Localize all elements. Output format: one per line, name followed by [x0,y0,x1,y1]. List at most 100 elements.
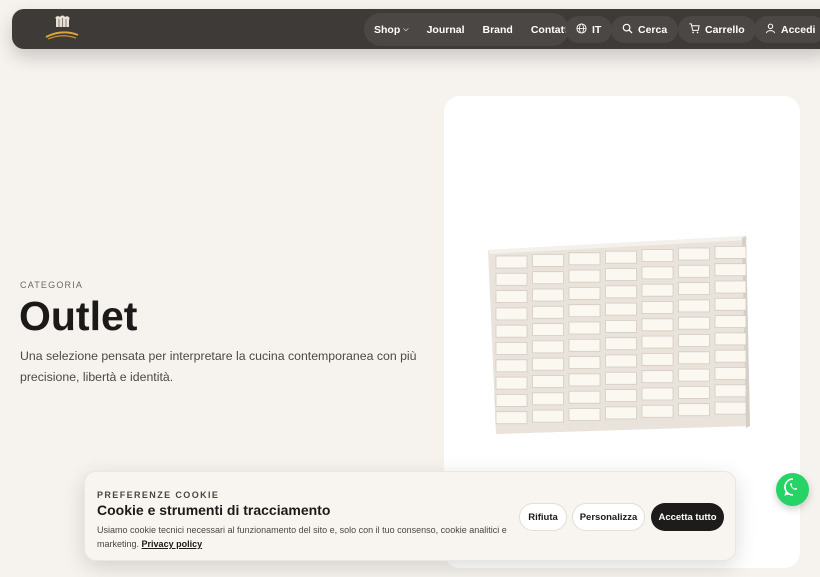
tray-cell [678,316,710,330]
tray-cell [678,368,710,382]
tray-cell [532,340,564,354]
tray-cell [532,288,564,302]
tray-cell [605,250,637,264]
whatsapp-icon [783,477,803,502]
tray-cell [605,320,637,333]
chef-hat-logo[interactable] [42,15,82,45]
cart-button[interactable]: Carrello [678,16,756,43]
tray-cell [568,321,601,335]
category-description: Una selezione pensata per interpretare l… [20,349,417,384]
whatsapp-button[interactable] [776,473,809,506]
accept-cookies-button[interactable]: Accetta tutto [651,503,724,531]
language-label: IT [592,23,602,36]
tray-cell [714,315,747,328]
cookie-eyebrow: PREFERENZE COOKIE [97,490,220,500]
nav-shop[interactable]: Shop ⌵ [374,24,409,36]
tray-cell [568,390,601,404]
tray-cell [678,282,710,295]
tray-cell [532,375,564,388]
site-header: Shop ⌵ Journal Brand Contatti IT Cerca C… [12,9,820,49]
tray-cell [605,285,637,299]
privacy-policy-link[interactable]: Privacy policy [142,539,203,549]
nav-journal-label: Journal [426,23,465,36]
tray-cell [495,359,528,373]
customize-cookies-button[interactable]: Personalizza [572,503,645,531]
tray-cell [641,283,674,297]
globe-icon [576,22,587,37]
search-button[interactable]: Cerca [611,16,679,43]
tray-cell [532,305,564,319]
tray-cell [568,408,601,421]
tray-cell [714,384,747,398]
tray-cell [495,376,528,390]
tray-cell [495,272,528,286]
tray-cell [532,323,564,336]
tray-cell [568,373,601,387]
tray-cell [605,354,637,368]
tray-cell [568,269,601,283]
tray-cell [568,287,601,300]
tray-cell [568,304,601,318]
tray-cell [495,307,528,321]
tray-cell [495,411,528,425]
tray-cell [678,299,710,313]
tray-cell [678,351,710,365]
tray-cell [568,356,601,369]
tray-cell [532,409,564,423]
tray-cell [714,401,747,415]
tray-cell [605,389,637,403]
tray-cell [714,367,747,380]
tray-cell [532,357,564,371]
tray-cell [641,249,674,263]
nav-shop-label: Shop [374,23,401,36]
search-icon [622,23,633,37]
tray-cell [495,393,528,407]
nav-brand-label: Brand [482,23,513,36]
nav-journal[interactable]: Journal [427,24,465,36]
cookie-description: Usiamo cookie tecnici necessari al funzi… [97,523,517,551]
tray-cell [714,280,747,294]
cookie-title: Cookie e strumenti di tracciamento [97,502,331,518]
tray-cell [714,245,747,259]
tray-cell [532,392,564,406]
tray-cell [641,370,674,384]
cookie-banner: PREFERENZE COOKIE Cookie e strumenti di … [84,471,736,561]
chevron-down-icon: ⌵ [403,25,409,33]
login-button[interactable]: Accedi [754,16,820,43]
tray-cell [641,318,674,332]
nav-brand[interactable]: Brand [483,24,513,36]
tray-cell [714,349,747,363]
page-title: Outlet [19,293,138,339]
tray-cell [641,353,674,366]
tray-cell [568,338,601,352]
tray-cell [605,268,637,281]
tray-cell [495,324,528,338]
tray-cell [678,385,710,399]
tray-cell [532,271,564,285]
tray-cell [641,301,674,314]
tray-cell [495,342,528,355]
tray-cell [605,371,637,385]
tray-cell [532,253,564,267]
tray-cell [678,334,710,347]
tray-cell [641,335,674,349]
tray-cell [714,332,747,346]
language-button[interactable]: IT [565,16,613,43]
search-label: Cerca [638,23,668,36]
tray-cell [641,266,674,280]
cart-label: Carrello [705,23,745,36]
cart-icon [689,22,700,37]
tray-cell [678,264,710,278]
tray-cell [495,290,528,303]
tray-cell [495,255,528,269]
category-eyebrow: CATEGORIA [20,280,84,290]
tray-cell [605,406,637,420]
tray-cell [641,404,674,418]
login-label: Accedi [781,23,816,36]
rectangular-mold-tray-icon [488,236,750,434]
tray-cell [641,387,674,401]
reject-cookies-button[interactable]: Rifiuta [519,503,567,531]
tray-cell [714,263,747,277]
tray-cell [568,252,601,266]
tray-cell [605,337,637,351]
